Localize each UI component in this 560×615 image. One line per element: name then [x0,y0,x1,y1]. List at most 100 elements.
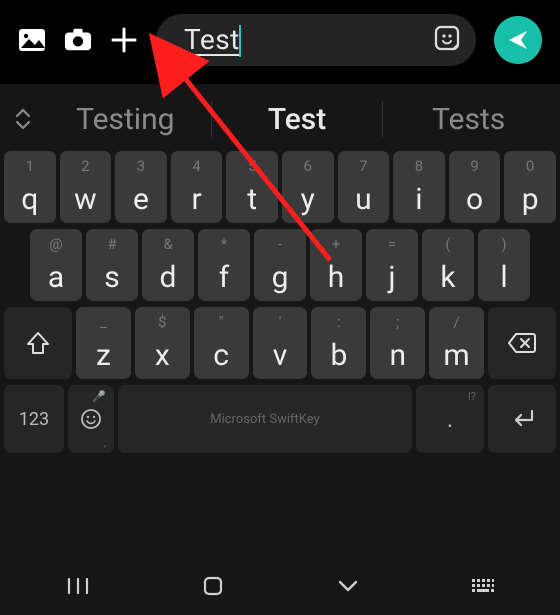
key-main-label: u [355,185,372,215]
key-g[interactable]: -g [254,229,306,301]
key-d[interactable]: &d [142,229,194,301]
key-main-label: a [48,263,64,293]
key-alt-label: ) [478,235,530,253]
message-input-text: Test [184,23,422,58]
key-main-label: j [388,263,395,293]
key-alt-label: 5 [226,157,278,175]
enter-key[interactable] [488,385,556,453]
key-alt-label: : [311,313,366,331]
key-main-label: r [191,185,201,215]
key-alt-label: ' [253,313,308,331]
shift-key[interactable] [4,307,72,379]
key-j[interactable]: =j [366,229,418,301]
key-b[interactable]: :b [311,307,366,379]
keyboard: Testing Test Tests 1q2w3e4r5t6y7u8i9o0p … [0,84,560,615]
key-m[interactable]: /m [429,307,484,379]
key-main-label: d [160,263,177,293]
key-main-label: w [74,185,97,215]
camera-icon[interactable] [64,26,92,54]
key-x[interactable]: $x [135,307,190,379]
key-main-label: t [247,185,257,215]
punct-alt-hint: !? [468,390,476,403]
key-alt-label: " [194,313,249,331]
backspace-key[interactable] [488,307,556,379]
key-alt-label: # [86,235,138,253]
key-t[interactable]: 5t [226,151,278,223]
message-input-bar: Test [0,0,560,84]
key-e[interactable]: 3e [115,151,167,223]
key-u[interactable]: 7u [338,151,390,223]
suggestion-left[interactable]: Testing [40,94,211,145]
key-o[interactable]: 9o [449,151,501,223]
key-alt-label: & [142,235,194,253]
suggestion-bar: Testing Test Tests [0,90,560,148]
key-alt-label: 0 [504,157,556,175]
period-key[interactable]: !? . [416,385,484,453]
mic-hint-icon: 🎤 [92,390,106,403]
key-f[interactable]: *f [198,229,250,301]
key-main-label: c [213,341,229,371]
suggestion-center[interactable]: Test [212,94,383,145]
key-alt-label: 2 [60,157,112,175]
nav-recents[interactable] [58,577,98,595]
key-main-label: z [96,341,111,371]
key-v[interactable]: 'v [253,307,308,379]
key-s[interactable]: #s [86,229,138,301]
key-main-label: g [272,263,289,293]
key-i[interactable]: 8i [393,151,445,223]
key-w[interactable]: 2w [60,151,112,223]
android-nav-bar [0,557,560,615]
key-q[interactable]: 1q [4,151,56,223]
key-alt-label: ( [422,235,474,253]
suggestion-expand-icon[interactable] [6,108,40,130]
key-main-label: n [389,341,406,371]
comma-hint: , [104,436,106,449]
key-alt-label: = [366,235,418,253]
key-alt-label: * [198,235,250,253]
space-key[interactable]: Microsoft SwiftKey [118,385,412,453]
message-input[interactable]: Test [156,14,476,66]
key-alt-label: 4 [171,157,223,175]
emoji-key[interactable]: 🎤 , [68,385,114,453]
key-main-label: i [415,185,422,215]
nav-home[interactable] [193,575,233,597]
key-alt-label: 7 [338,157,390,175]
key-c[interactable]: "c [194,307,249,379]
stickers-icon[interactable] [434,25,460,55]
key-alt-label: - [254,235,306,253]
key-main-label: e [133,185,149,215]
key-l[interactable]: )l [478,229,530,301]
key-main-label: p [522,185,539,215]
symbols-key[interactable]: 123 [4,385,64,453]
nav-back[interactable] [328,579,368,593]
key-main-label: k [440,263,455,293]
key-main-label: b [330,341,347,371]
plus-icon[interactable] [110,26,138,54]
key-row-1: 1q2w3e4r5t6y7u8i9o0p [0,148,560,226]
key-k[interactable]: (k [422,229,474,301]
key-main-label: l [500,263,507,293]
key-alt-label: 1 [4,157,56,175]
key-main-label: v [273,341,288,371]
key-main-label: q [21,185,38,215]
key-y[interactable]: 6y [282,151,334,223]
key-a[interactable]: @a [30,229,82,301]
gallery-icon[interactable] [18,26,46,54]
key-z[interactable]: _z [76,307,131,379]
key-row-3: _z$x"c'v:b;n/m [0,304,560,382]
key-main-label: h [328,263,345,293]
key-h[interactable]: +h [310,229,362,301]
suggestion-right[interactable]: Tests [383,94,554,145]
key-p[interactable]: 0p [504,151,556,223]
key-n[interactable]: ;n [370,307,425,379]
key-alt-label: ; [370,313,425,331]
key-r[interactable]: 4r [171,151,223,223]
send-button[interactable] [494,16,542,64]
key-alt-label: 8 [393,157,445,175]
key-main-label: x [155,341,170,371]
nav-keyboard-icon[interactable] [463,578,503,594]
key-main-label: s [104,263,119,293]
key-alt-label: @ [30,235,82,253]
key-main-label: m [443,341,469,371]
key-alt-label: / [429,313,484,331]
